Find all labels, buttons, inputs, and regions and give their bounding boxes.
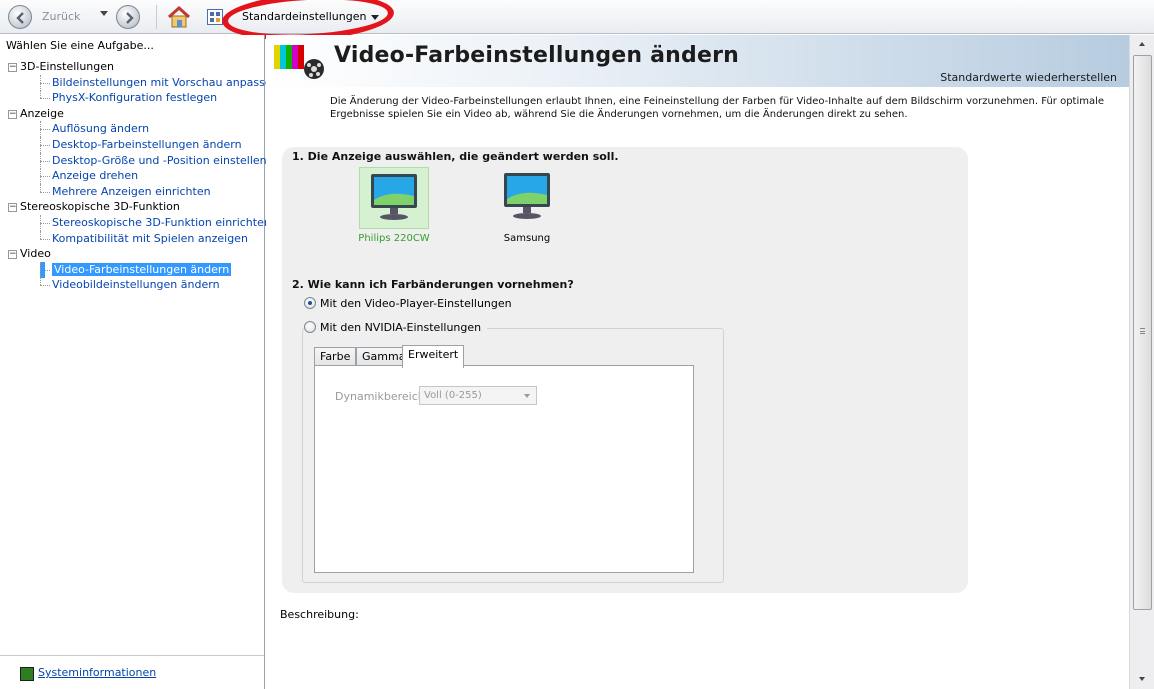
tree-category-label: 3D-Einstellungen — [20, 60, 115, 73]
tree-item[interactable]: Mehrere Anzeigen einrichten — [0, 183, 265, 200]
tree-category[interactable]: − Stereoskopische 3D-Funktion — [0, 199, 265, 215]
tree-item-label: Auflösung ändern — [52, 122, 150, 136]
tree-connector — [40, 230, 41, 239]
tree-category-label: Stereoskopische 3D-Funktion — [20, 200, 180, 214]
home-icon[interactable] — [166, 5, 192, 29]
tree-item[interactable]: Video-Farbeinstellungen ändern — [0, 261, 265, 278]
grip-icon — [1140, 328, 1145, 334]
arrow-left-icon — [16, 12, 24, 24]
vertical-scrollbar[interactable] — [1129, 35, 1154, 689]
back-button[interactable] — [8, 5, 32, 29]
radio-checked[interactable] — [304, 297, 316, 309]
tree-category[interactable]: −3D-Einstellungen — [0, 59, 265, 75]
tree-item-label: Videobildeinstellungen ändern — [52, 278, 220, 292]
toolbar: Zurück Standardeinstellungen — [0, 0, 1154, 45]
tree-item[interactable]: Anzeige drehen — [0, 168, 265, 185]
tree-item[interactable]: Bildeinstellungen mit Vorschau anpassen — [0, 74, 279, 91]
tree-connector — [40, 152, 41, 169]
tree-item[interactable]: Kompatibilität mit Spielen anzeigen — [0, 230, 265, 247]
tree-item[interactable]: PhysX-Konfiguration festlegen — [0, 90, 265, 106]
video-color-icon — [274, 45, 324, 79]
history-dropdown-icon[interactable] — [100, 11, 108, 16]
tab-content-erweitert: Dynamikbereich: Voll (0-255) — [314, 365, 694, 573]
tree-connector — [40, 277, 41, 286]
tree-item[interactable]: Desktop-Größe und -Position einstellen — [0, 152, 267, 169]
tree-item[interactable]: Auflösung ändern — [0, 121, 265, 138]
tree-category[interactable]: − Anzeige — [0, 106, 265, 122]
dynamic-range-select[interactable]: Voll (0-255) — [419, 386, 537, 405]
display-philips[interactable] — [359, 167, 429, 229]
toolbar-separator — [156, 5, 157, 29]
task-pane-header: Wählen Sie eine Aufgabe... — [6, 39, 154, 52]
monitor-icon — [371, 174, 417, 220]
tree-item-label: Bildeinstellungen mit Vorschau anpassen — [52, 75, 279, 89]
radio-unchecked[interactable] — [304, 321, 316, 333]
settings-panel: 1. Die Anzeige auswählen, die geändert w… — [282, 147, 968, 593]
radio-video-player[interactable]: Mit den Video-Player-Einstellungen — [304, 297, 512, 310]
scroll-thumb[interactable] — [1133, 55, 1152, 610]
tree-item-label: Video-Farbeinstellungen ändern — [52, 262, 232, 276]
collapse-icon[interactable]: − — [8, 63, 17, 72]
tree-item-label: Stereoskopische 3D-Funktion einrichten — [52, 215, 271, 229]
nvidia-info-icon — [20, 667, 34, 681]
title-band: Video-Farbeinstellungen ändern Standardw… — [266, 35, 1129, 87]
tree-category-label: Video — [20, 247, 51, 261]
section-2-heading: 2. Wie kann ich Farbänderungen vornehmen… — [292, 278, 574, 291]
page-description: Die Änderung der Video-Farbeinstellungen… — [330, 96, 1105, 120]
scroll-down-button[interactable] — [1134, 671, 1151, 687]
task-tree: −3D-Einstellungen Bildeinstellungen mit V… — [0, 59, 279, 293]
section-1-heading: 1. Die Anzeige auswählen, die geändert w… — [292, 150, 619, 163]
arrow-up-icon — [1139, 42, 1145, 46]
tree-item-label: Anzeige drehen — [52, 169, 139, 183]
dynamic-range-value: Voll (0-255) — [424, 390, 482, 401]
display-samsung-label[interactable]: Samsung — [477, 233, 577, 244]
restore-defaults-link[interactable]: Standardwerte wiederherstellen — [940, 71, 1117, 84]
display-samsung[interactable] — [492, 167, 562, 229]
tree-category[interactable]: − Video — [0, 246, 265, 262]
arrow-right-icon — [126, 12, 134, 24]
forward-button[interactable] — [116, 5, 140, 29]
tree-connector — [40, 121, 41, 138]
radio-nvidia-label: Mit den NVIDIA-Einstellungen — [320, 321, 482, 334]
system-info-link[interactable]: Systeminformationen — [38, 666, 156, 679]
description-label: Beschreibung: — [280, 608, 359, 621]
tree-item-label: Kompatibilität mit Spielen anzeigen — [52, 231, 248, 245]
chevron-down-icon — [524, 394, 530, 398]
collapse-icon[interactable]: − — [8, 109, 17, 119]
tree-item-label: Desktop-Farbeinstellungen ändern — [52, 137, 242, 151]
collapse-icon[interactable]: − — [8, 250, 17, 260]
display-philips-label[interactable]: Philips 220CW — [344, 233, 444, 244]
tree-item[interactable]: Desktop-Farbeinstellungen ändern — [0, 136, 265, 153]
tree-category-label: Anzeige — [20, 106, 64, 120]
scroll-up-button[interactable] — [1134, 37, 1151, 53]
tree-item[interactable]: Stereoskopische 3D-Funktion einrichten — [0, 214, 271, 231]
main-content: Video-Farbeinstellungen ändern Standardw… — [266, 35, 1129, 689]
tree-connector — [40, 261, 45, 278]
page-title: Video-Farbeinstellungen ändern — [334, 43, 740, 68]
tree-connector — [40, 136, 41, 153]
collapse-icon[interactable]: − — [8, 203, 17, 213]
tree-connector — [40, 168, 41, 185]
task-pane: Wählen Sie eine Aufgabe... −3D-Einstellu… — [0, 35, 279, 689]
tree-connector — [40, 183, 41, 192]
tree-item[interactable]: Videobildeinstellungen ändern — [0, 277, 265, 293]
monitor-icon — [504, 173, 550, 219]
tab-farbe[interactable]: Farbe — [314, 347, 357, 367]
view-tasks-icon[interactable] — [207, 9, 223, 25]
tree-item-label: PhysX-Konfiguration festlegen — [52, 91, 218, 105]
arrow-down-icon — [1139, 677, 1145, 681]
system-info-bar: Systeminformationen — [0, 655, 264, 689]
tree-connector — [40, 90, 41, 99]
back-label[interactable]: Zurück — [42, 10, 80, 23]
tab-erweitert[interactable]: Erweitert — [402, 345, 465, 368]
tree-connector — [40, 214, 41, 231]
tree-item-label: Desktop-Größe und -Position einstellen — [52, 153, 267, 167]
radio-nvidia-settings[interactable]: Mit den NVIDIA-Einstellungen — [304, 321, 488, 334]
tree-connector — [40, 74, 41, 91]
tree-item-label: Mehrere Anzeigen einrichten — [52, 184, 211, 198]
dynamic-range-label: Dynamikbereich: — [335, 390, 429, 403]
radio-video-player-label: Mit den Video-Player-Einstellungen — [320, 297, 512, 310]
